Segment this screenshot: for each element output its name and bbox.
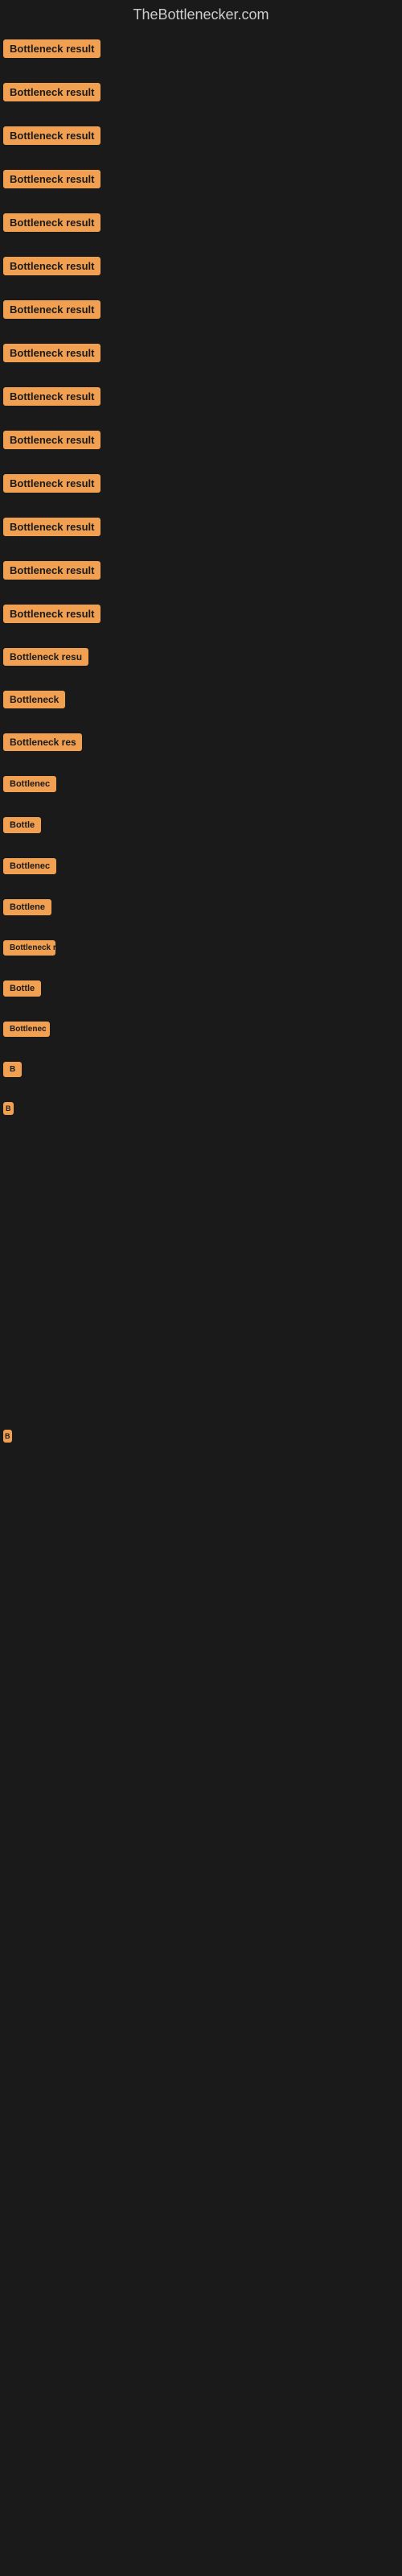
bottleneck-badge[interactable]: Bottleneck res (3, 733, 82, 751)
list-item: Bottleneck result (3, 33, 402, 62)
list-item: Bottleneck res (3, 727, 402, 755)
spacer-section-3 (3, 1327, 402, 1423)
list-item: Bottlene (3, 893, 402, 919)
bottleneck-badge-last[interactable]: B (3, 1430, 12, 1443)
bottleneck-badge[interactable]: Bottleneck result (3, 561, 100, 580)
bottleneck-badge[interactable]: Bottlenec (3, 776, 56, 792)
list-item: Bottleneck result (3, 424, 402, 453)
items-container: Bottleneck result Bottleneck result Bott… (0, 33, 402, 1847)
bottleneck-badge[interactable]: B (3, 1102, 14, 1115)
bottleneck-badge[interactable]: Bottlenec (3, 1022, 50, 1037)
bottleneck-badge[interactable]: Bottleneck result (3, 300, 100, 319)
bottleneck-badge[interactable]: Bottleneck (3, 691, 65, 708)
site-title: TheBottlenecker.com (0, 0, 402, 33)
list-item: Bottleneck result (3, 381, 402, 410)
spacer-section (3, 1133, 402, 1230)
bottleneck-badge[interactable]: Bottleneck result (3, 257, 100, 275)
list-item: Bottle (3, 974, 402, 1001)
list-item: Bottleneck result (3, 250, 402, 279)
spacer-bottom (3, 1461, 402, 1525)
list-item: Bottleneck result (3, 207, 402, 236)
bottleneck-badge[interactable]: Bottleneck result (3, 213, 100, 232)
list-item-last: B (3, 1423, 402, 1447)
list-item: Bottlenec (3, 852, 402, 878)
bottleneck-badge[interactable]: Bottleneck result (3, 83, 100, 101)
bottleneck-badge[interactable]: Bottleneck result (3, 518, 100, 536)
bottleneck-badge[interactable]: Bottlenec (3, 858, 56, 874)
bottleneck-badge[interactable]: Bottleneck r (3, 940, 55, 956)
bottleneck-badge[interactable]: Bottleneck result (3, 39, 100, 58)
bottleneck-badge[interactable]: Bottleneck result (3, 605, 100, 623)
bottleneck-badge[interactable]: Bottleneck result (3, 170, 100, 188)
bottleneck-badge[interactable]: Bottle (3, 817, 41, 833)
list-item: Bottle (3, 811, 402, 837)
list-item: Bottleneck result (3, 337, 402, 366)
list-item: Bottlenec (3, 770, 402, 796)
spacer-section-2 (3, 1230, 402, 1327)
bottleneck-badge[interactable]: Bottleneck result (3, 344, 100, 362)
list-item: Bottleneck resu (3, 642, 402, 670)
list-item: Bottleneck result (3, 76, 402, 105)
list-item: Bottlenec (3, 1015, 402, 1041)
spacer-bottom-4 (3, 1654, 402, 1719)
bottleneck-badge[interactable]: Bottleneck result (3, 431, 100, 449)
bottleneck-badge[interactable]: Bottle (3, 980, 41, 997)
spacer-bottom-5 (3, 1719, 402, 1783)
list-item: Bottleneck result (3, 555, 402, 584)
list-item: Bottleneck r (3, 934, 402, 960)
list-item: B (3, 1096, 402, 1119)
list-item: Bottleneck result (3, 163, 402, 192)
bottleneck-badge[interactable]: Bottleneck result (3, 126, 100, 145)
list-item: Bottleneck (3, 684, 402, 712)
spacer-bottom-2 (3, 1525, 402, 1590)
bottleneck-badge[interactable]: Bottleneck result (3, 474, 100, 493)
spacer-bottom-6 (3, 1783, 402, 1847)
list-item: Bottleneck result (3, 120, 402, 149)
bottleneck-badge[interactable]: Bottlene (3, 899, 51, 915)
bottleneck-badge[interactable]: B (3, 1062, 22, 1077)
list-item: Bottleneck result (3, 598, 402, 627)
page-wrapper: TheBottlenecker.com Bottleneck result Bo… (0, 0, 402, 1847)
list-item: Bottleneck result (3, 294, 402, 323)
bottleneck-badge[interactable]: Bottleneck result (3, 387, 100, 406)
spacer-bottom-3 (3, 1590, 402, 1654)
list-item: Bottleneck result (3, 468, 402, 497)
list-item: B (3, 1055, 402, 1081)
list-item: Bottleneck result (3, 511, 402, 540)
bottleneck-badge[interactable]: Bottleneck resu (3, 648, 88, 666)
